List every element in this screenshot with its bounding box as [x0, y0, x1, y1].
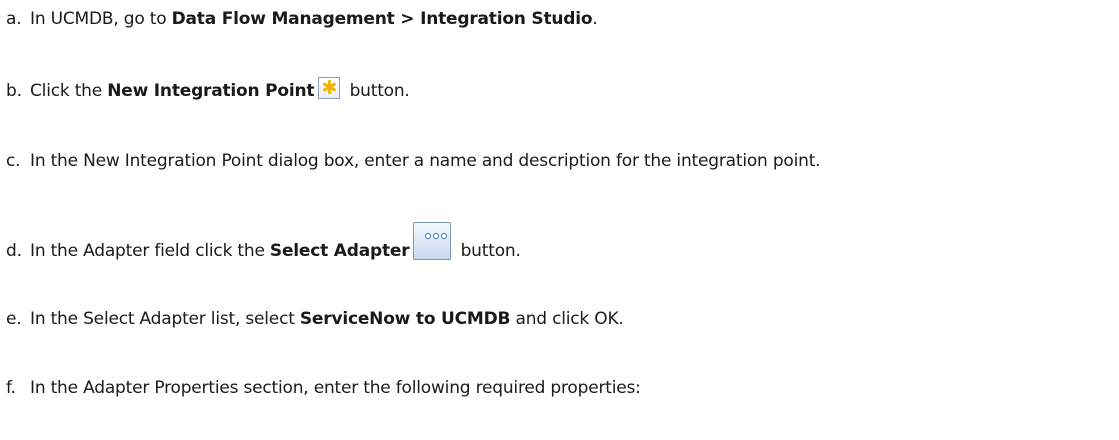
step-d: d. In the Adapter field click the Select…: [6, 222, 521, 270]
step-b: b. Click the New Integration Point ✱ but…: [6, 77, 410, 102]
step-text: .: [592, 9, 598, 29]
step-c: c. In the New Integration Point dialog b…: [6, 151, 821, 171]
step-text: In the Select Adapter list, select: [30, 309, 300, 329]
step-e: e. In the Select Adapter list, select Se…: [6, 309, 624, 329]
button-name: New Integration Point: [107, 81, 315, 101]
step-letter: d.: [6, 241, 22, 261]
step-text: button.: [455, 241, 521, 261]
step-letter: c.: [6, 151, 21, 171]
adapter-name: ServiceNow to UCMDB: [299, 309, 511, 329]
step-letter: b.: [6, 81, 22, 101]
step-a: a. In UCMDB, go to Data Flow Management …: [6, 9, 598, 29]
select-adapter-icon: [413, 222, 452, 260]
step-text: and click OK.: [510, 309, 624, 329]
button-name: Select Adapter: [269, 241, 410, 261]
step-f: f. In the Adapter Properties section, en…: [6, 378, 641, 398]
step-text: In the Adapter field click the: [30, 241, 270, 261]
step-text: In the New Integration Point dialog box,…: [30, 151, 821, 171]
step-text: Click the: [30, 81, 108, 101]
step-text: In UCMDB, go to: [30, 9, 172, 29]
step-letter: f.: [6, 378, 16, 398]
step-letter: e.: [6, 309, 22, 329]
new-integration-point-icon: ✱: [318, 77, 341, 99]
step-text: button.: [344, 81, 410, 101]
menu-path: Data Flow Management > Integration Studi…: [171, 9, 593, 29]
step-text: In the Adapter Properties section, enter…: [30, 378, 641, 398]
step-letter: a.: [6, 9, 22, 29]
